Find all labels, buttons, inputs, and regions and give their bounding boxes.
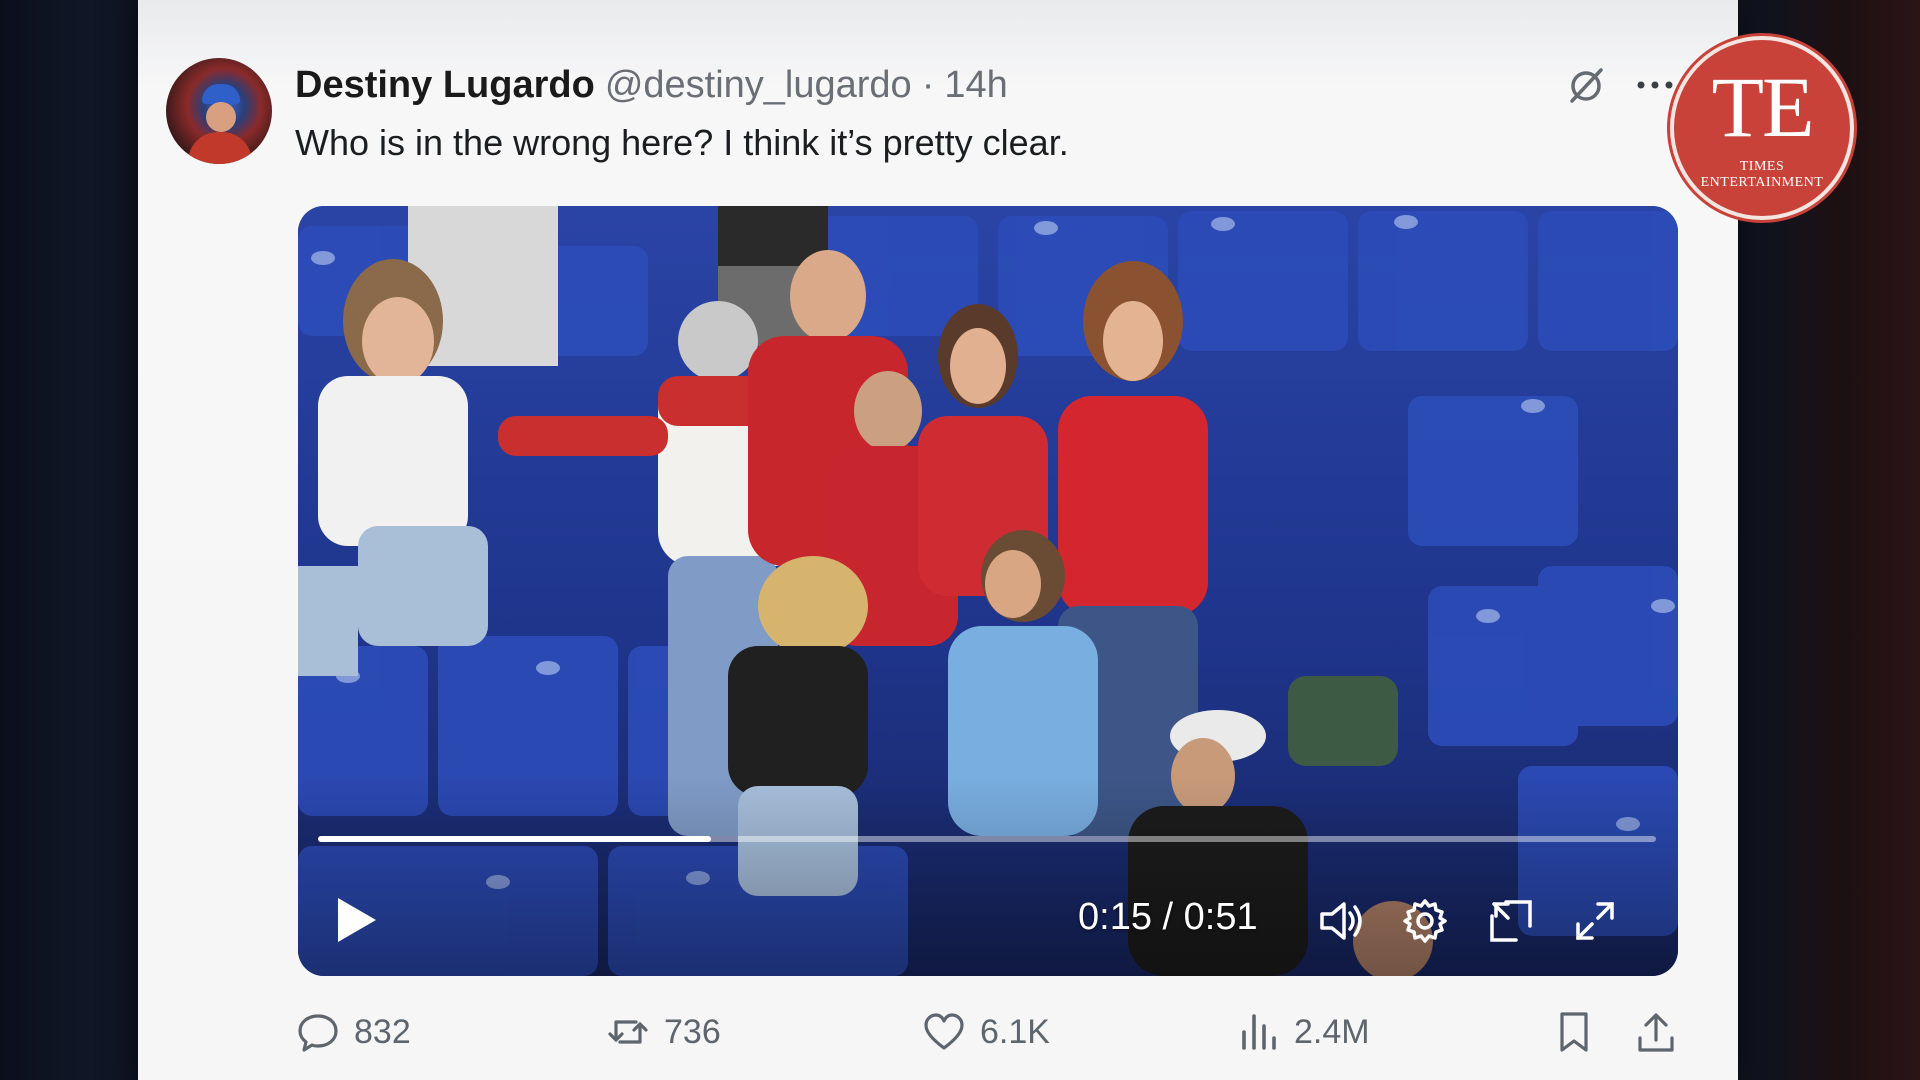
- video-progress-bar[interactable]: [318, 836, 1656, 842]
- video-controls-shade: [298, 776, 1678, 976]
- tweet-time[interactable]: 14h: [944, 64, 1007, 107]
- picture-in-picture-icon[interactable]: [1486, 896, 1536, 946]
- logo-mark: TE: [1711, 59, 1814, 155]
- like-count: 6.1K: [980, 1012, 1050, 1051]
- bookmark-icon: [1560, 1012, 1588, 1052]
- repost-count: 736: [664, 1012, 721, 1051]
- reply-count: 832: [354, 1012, 411, 1051]
- play-icon[interactable]: [332, 894, 380, 946]
- times-entertainment-logo: TE TIMES ENTERTAINMENT: [1670, 36, 1854, 220]
- avatar-cap: [202, 84, 240, 104]
- grok-icon[interactable]: [1564, 64, 1608, 108]
- video-time-readout: 0:15 / 0:51: [1078, 896, 1258, 938]
- views-button[interactable]: 2.4M: [1236, 1010, 1370, 1054]
- logo-line-entertainment: ENTERTAINMENT: [1700, 175, 1824, 190]
- avatar-shirt: [188, 132, 252, 164]
- gear-icon[interactable]: [1400, 896, 1450, 946]
- author-handle[interactable]: @destiny_lugardo: [605, 64, 912, 107]
- share-icon: [1638, 1013, 1674, 1052]
- repost-button[interactable]: 736: [606, 1010, 721, 1054]
- logo-line-times: TIMES: [1739, 159, 1785, 174]
- header-separator: ·: [921, 64, 935, 106]
- views-count: 2.4M: [1294, 1012, 1370, 1051]
- tweet-actions: 832 736 6.1K 2.4M: [0, 1010, 1920, 1070]
- avatar-face: [206, 102, 236, 132]
- views-icon: [1242, 1014, 1276, 1050]
- like-button[interactable]: 6.1K: [922, 1010, 1050, 1054]
- heart-icon: [924, 1013, 964, 1050]
- author-name[interactable]: Destiny Lugardo: [295, 64, 595, 107]
- bookmark-button[interactable]: [1552, 1010, 1596, 1054]
- fullscreen-icon[interactable]: [1570, 896, 1620, 946]
- volume-icon[interactable]: [1316, 896, 1366, 946]
- repost-icon: [608, 1020, 648, 1044]
- video-player[interactable]: 0:15 / 0:51: [298, 206, 1678, 976]
- reply-button[interactable]: 832: [296, 1010, 411, 1054]
- author-avatar[interactable]: [166, 58, 272, 164]
- more-icon[interactable]: [1634, 68, 1676, 102]
- tweet-text: Who is in the wrong here? I think it’s p…: [295, 122, 1069, 163]
- tweet-header: Destiny Lugardo @destiny_lugardo · 14h: [295, 64, 1008, 108]
- video-progress-fill: [318, 836, 712, 842]
- share-button[interactable]: [1634, 1010, 1678, 1054]
- reply-icon: [298, 1014, 338, 1052]
